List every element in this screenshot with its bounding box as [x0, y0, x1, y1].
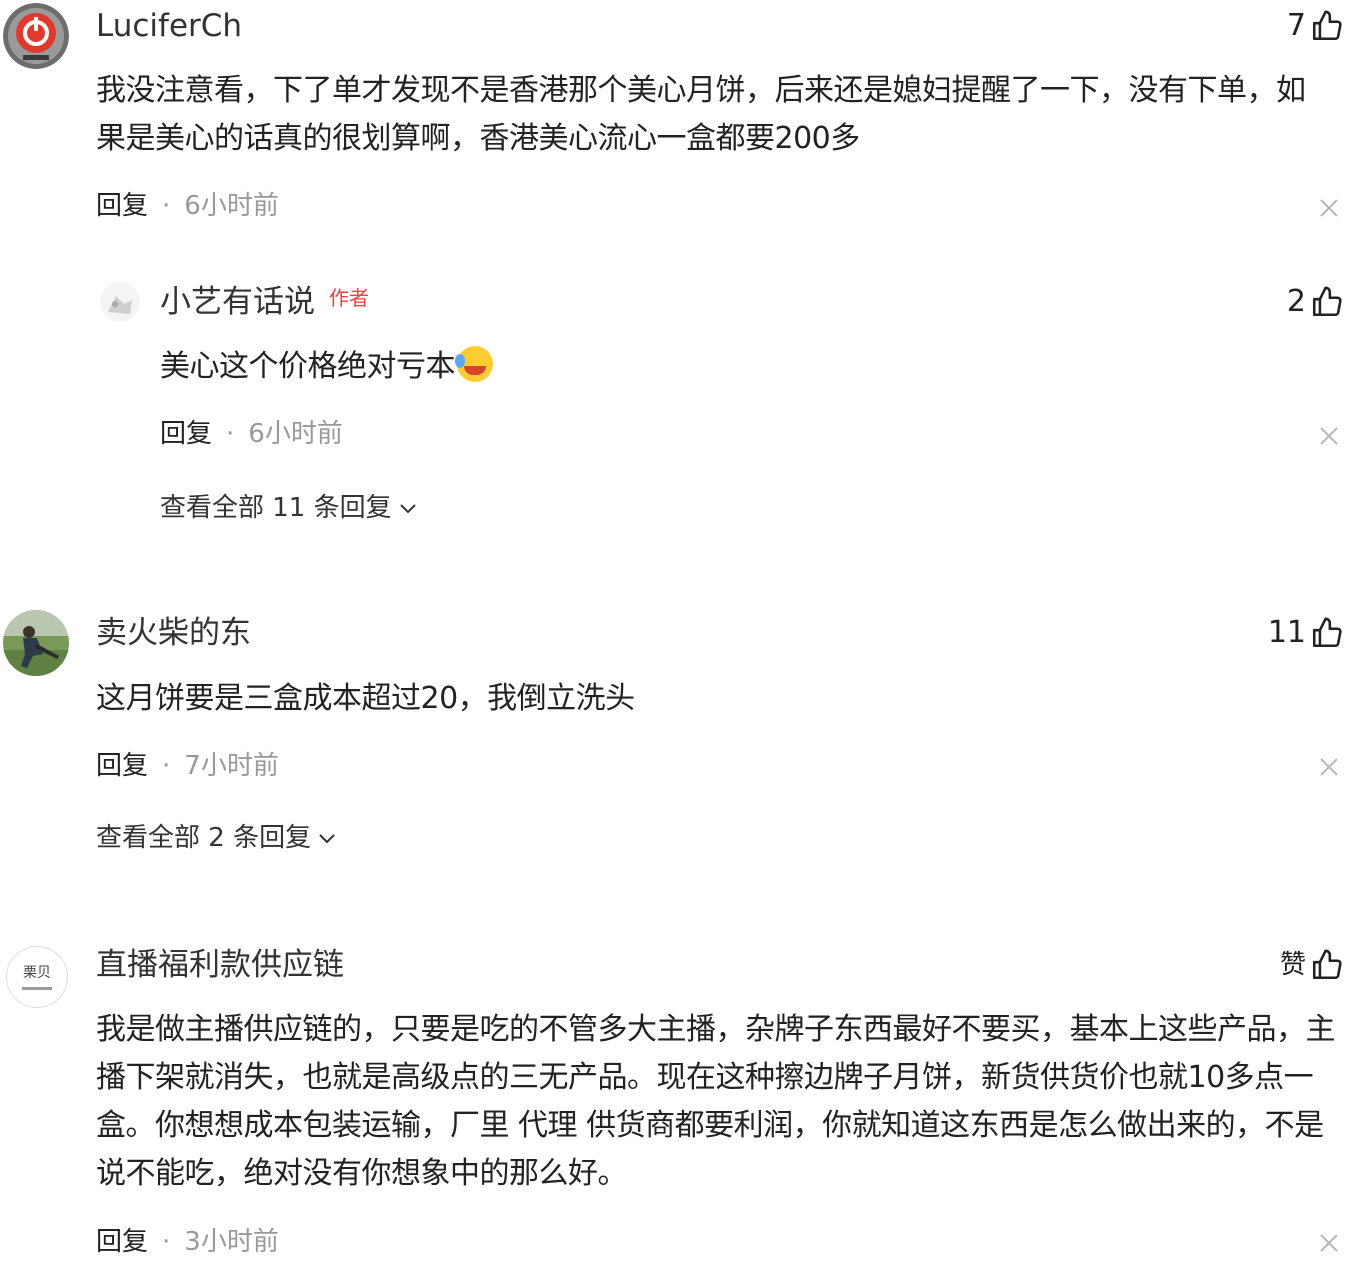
comment-meta: 回复 · 3小时前	[96, 1225, 279, 1259]
avatar[interactable]: 栗贝	[6, 946, 68, 1008]
comment-text: 我没注意看，下了单才发现不是香港那个美心月饼，后来还是媳妇提醒了一下，没有下单，…	[96, 73, 1306, 156]
like-label: 赞	[1279, 950, 1306, 980]
like-button[interactable]: 7	[1287, 6, 1344, 46]
view-all-label: 查看全部 2 条回复	[96, 823, 312, 853]
separator-dot: ·	[226, 419, 235, 449]
reply-username[interactable]: 小艺有话说	[160, 282, 315, 322]
close-icon[interactable]	[1318, 197, 1340, 219]
reply-text-row: 美心这个价格绝对亏本	[160, 343, 493, 391]
like-count: 11	[1267, 615, 1306, 650]
avatar[interactable]	[3, 610, 69, 676]
separator-dot: ·	[162, 191, 171, 221]
like-button[interactable]: 赞	[1280, 945, 1344, 985]
username[interactable]: 直播福利款供应链	[96, 945, 344, 985]
timestamp: 6小时前	[248, 419, 343, 449]
reply-button[interactable]: 回复	[160, 419, 212, 449]
comment-meta: 回复 · 7小时前	[96, 749, 279, 783]
reply-button[interactable]: 回复	[96, 191, 148, 221]
avatar-text: 栗贝	[23, 964, 51, 981]
username[interactable]: 卖火柴的东	[96, 613, 251, 653]
comment-text: 我是做主播供应链的，只要是吃的不管多大主播，杂牌子东西最好不要买，基本上这些产品…	[96, 1012, 1336, 1191]
reply-meta: 回复 · 6小时前	[160, 417, 343, 451]
username[interactable]: LuciferCh	[96, 6, 242, 46]
close-icon[interactable]	[1318, 425, 1340, 447]
avatar[interactable]	[3, 3, 69, 69]
thumbs-up-icon	[1312, 286, 1342, 317]
avatar-image	[3, 3, 69, 69]
reply-avatar[interactable]	[100, 282, 140, 322]
thumbs-up-icon	[1312, 949, 1342, 980]
reply-header: 小艺有话说 作者	[160, 282, 369, 322]
comment-text: 这月饼要是三盒成本超过20，我倒立洗头	[96, 681, 635, 716]
thumbs-up-icon	[1312, 10, 1342, 41]
like-button[interactable]: 11	[1268, 613, 1344, 653]
like-count: 7	[1286, 8, 1306, 43]
avatar-decoration	[22, 986, 52, 990]
separator-dot: ·	[162, 1227, 171, 1257]
reply-button[interactable]: 回复	[96, 1227, 148, 1257]
chevron-down-icon	[399, 504, 416, 514]
like-count: 2	[1286, 284, 1306, 319]
close-icon[interactable]	[1318, 756, 1340, 778]
timestamp: 7小时前	[184, 751, 279, 781]
thumbs-up-icon	[1312, 617, 1342, 648]
chevron-down-icon	[319, 834, 335, 844]
reply-text: 美心这个价格绝对亏本	[160, 349, 456, 384]
view-all-replies-link[interactable]: 查看全部 2 条回复	[96, 821, 337, 855]
timestamp: 6小时前	[184, 191, 279, 221]
timestamp: 3小时前	[184, 1227, 279, 1257]
close-icon[interactable]	[1318, 1232, 1340, 1254]
laughing-crying-emoji-icon	[455, 346, 493, 382]
author-badge: 作者	[329, 286, 369, 310]
avatar-image	[100, 282, 140, 322]
comment-meta: 回复 · 6小时前	[96, 189, 279, 223]
reply-button[interactable]: 回复	[96, 751, 148, 781]
view-all-replies-link[interactable]: 查看全部 11 条回复	[160, 491, 418, 525]
separator-dot: ·	[162, 751, 171, 781]
avatar-image	[3, 610, 69, 676]
like-button[interactable]: 2	[1287, 282, 1344, 322]
view-all-label: 查看全部 11 条回复	[160, 493, 392, 523]
